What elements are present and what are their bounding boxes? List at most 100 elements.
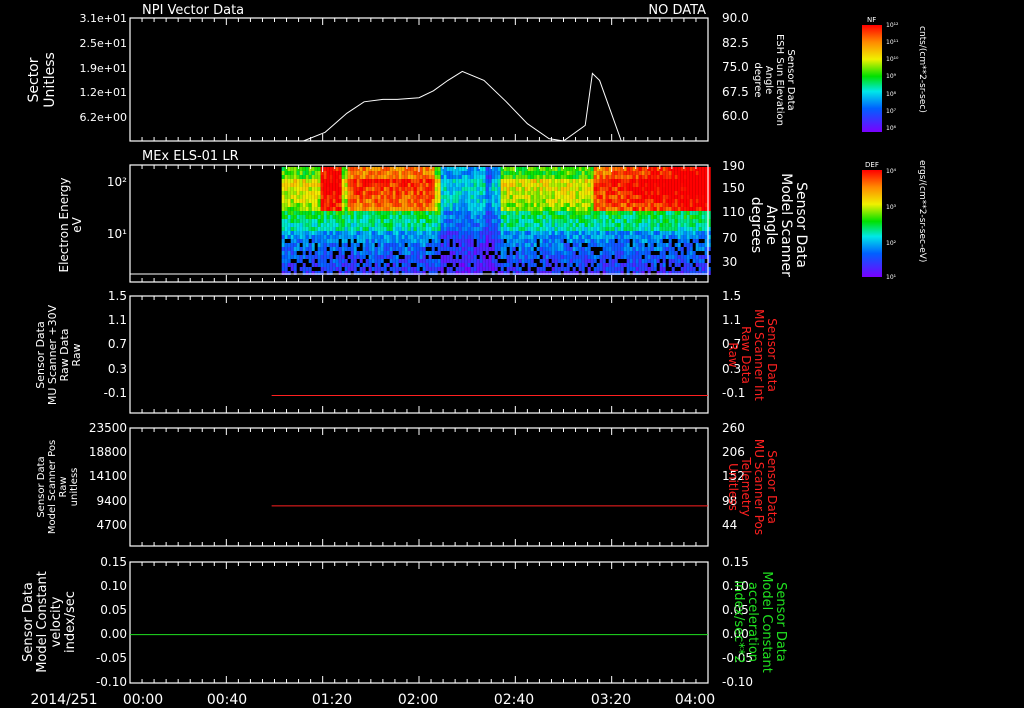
spectrogram-cell xyxy=(341,239,345,243)
spectrogram-cell xyxy=(323,255,327,259)
spectrogram-cell xyxy=(536,171,540,175)
spectrogram-cell xyxy=(638,263,642,267)
spectrogram-cell xyxy=(527,207,531,211)
spectrogram-cell xyxy=(656,179,660,183)
spectrogram-cell xyxy=(509,227,513,231)
spectrogram-cell xyxy=(428,171,432,175)
spectrogram-cell xyxy=(650,263,654,267)
spectrogram-cell xyxy=(611,251,615,255)
spectrogram-cell xyxy=(668,263,672,267)
spectrogram-cell xyxy=(491,211,495,215)
spectrogram-cell xyxy=(332,215,336,219)
spectrogram-cell xyxy=(368,171,372,175)
spectrogram-cell xyxy=(518,215,522,219)
spectrogram-cell xyxy=(470,167,474,171)
spectrogram-cell xyxy=(692,231,696,235)
spectrogram-cell xyxy=(668,223,672,227)
spectrogram-cell xyxy=(410,199,414,203)
spectrogram-cell xyxy=(473,179,477,183)
spectrogram-cell xyxy=(479,187,483,191)
spectrogram-cell xyxy=(602,203,606,207)
spectrogram-cell xyxy=(551,255,555,259)
spectrogram-cell xyxy=(644,235,648,239)
spectrogram-cell xyxy=(299,259,303,263)
spectrogram-cell xyxy=(587,207,591,211)
spectrogram-cell xyxy=(419,251,423,255)
spectrogram-cell xyxy=(500,171,504,175)
spectrogram-cell xyxy=(476,195,480,199)
spectrogram-cell xyxy=(368,243,372,247)
spectrogram-cell xyxy=(596,183,600,187)
spectrogram-cell xyxy=(410,191,414,195)
spectrogram-cell xyxy=(302,215,306,219)
spectrogram-cell xyxy=(377,243,381,247)
spectrogram-cell xyxy=(344,235,348,239)
spectrogram-cell xyxy=(317,199,321,203)
spectrogram-cell xyxy=(455,251,459,255)
spectrogram-cell xyxy=(554,195,558,199)
spectrogram-cell xyxy=(641,203,645,207)
spectrogram-cell xyxy=(659,215,663,219)
spectrogram-cell xyxy=(431,179,435,183)
spectrogram-cell xyxy=(521,259,525,263)
spectrogram-cell xyxy=(359,259,363,263)
spectrogram-cell xyxy=(443,215,447,219)
spectrogram-cell xyxy=(443,239,447,243)
spectrogram-cell xyxy=(608,207,612,211)
spectrogram-cell xyxy=(374,223,378,227)
time-tick-label: 04:00 xyxy=(675,692,715,708)
spectrogram-cell xyxy=(329,207,333,211)
spectrogram-cell xyxy=(458,171,462,175)
spectrogram-cell xyxy=(677,259,681,263)
spectrogram-cell xyxy=(503,171,507,175)
spectrogram-cell xyxy=(464,187,468,191)
spectrogram-cell xyxy=(620,251,624,255)
colorbar-tick: 10³ xyxy=(886,204,897,211)
spectrogram-cell xyxy=(365,199,369,203)
spectrogram-cell xyxy=(392,231,396,235)
spectrogram-cell xyxy=(656,247,660,251)
spectrogram-cell xyxy=(491,207,495,211)
spectrogram-cell xyxy=(443,203,447,207)
spectrogram-cell xyxy=(344,207,348,211)
spectrogram-cell xyxy=(539,179,543,183)
spectrogram-cell xyxy=(512,211,516,215)
spectrogram-cell xyxy=(599,239,603,243)
spectrogram-cell xyxy=(464,175,468,179)
spectrogram-cell xyxy=(674,175,678,179)
spectrogram-cell xyxy=(425,215,429,219)
axis-label-line: Unitless xyxy=(726,463,740,511)
spectrogram-cell xyxy=(356,211,360,215)
spectrogram-cell xyxy=(686,195,690,199)
spectrogram-cell xyxy=(437,167,441,171)
spectrogram-cell xyxy=(380,175,384,179)
spectrogram-cell xyxy=(449,247,453,251)
spectrogram-cell xyxy=(287,195,291,199)
spectrogram-cell xyxy=(422,231,426,235)
spectrogram-cell xyxy=(665,171,669,175)
spectrogram-cell xyxy=(623,243,627,247)
spectrogram-cell xyxy=(704,187,708,191)
spectrogram-cell xyxy=(590,263,594,267)
spectrogram-cell xyxy=(449,199,453,203)
spectrogram-cell xyxy=(398,179,402,183)
spectrogram-cell xyxy=(620,227,624,231)
spectrogram-cell xyxy=(326,207,330,211)
spectrogram-cell xyxy=(521,167,525,171)
spectrogram-cell xyxy=(542,239,546,243)
spectrogram-cell xyxy=(641,227,645,231)
spectrogram-cell xyxy=(395,203,399,207)
spectrogram-cell xyxy=(563,195,567,199)
spectrogram-cell xyxy=(497,187,501,191)
spectrogram-cell xyxy=(458,179,462,183)
spectrogram-cell xyxy=(398,207,402,211)
spectrogram-cell xyxy=(572,231,576,235)
spectrogram-cell xyxy=(686,255,690,259)
axis-label-line: degrees xyxy=(748,197,764,253)
spectrogram-cell xyxy=(332,223,336,227)
axis-label-line: Sensor Data xyxy=(773,582,788,662)
spectrogram-cell xyxy=(455,195,459,199)
spectrogram-cell xyxy=(455,199,459,203)
spectrogram-cell xyxy=(284,263,288,267)
spectrogram-cell xyxy=(413,195,417,199)
